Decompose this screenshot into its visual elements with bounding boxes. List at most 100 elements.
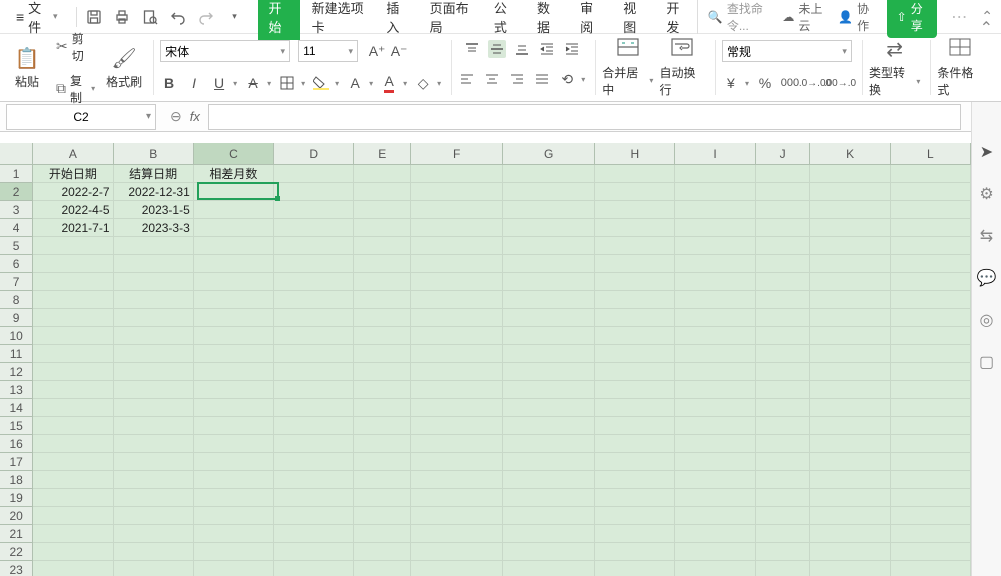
cell[interactable]	[194, 183, 274, 201]
bold-button[interactable]: B	[160, 74, 178, 92]
cell[interactable]	[675, 309, 755, 327]
cell[interactable]	[114, 309, 194, 327]
cell[interactable]: 2023-1-5	[114, 201, 194, 219]
cell[interactable]	[595, 345, 675, 363]
cell[interactable]	[33, 327, 113, 345]
cell[interactable]	[194, 255, 274, 273]
row-header[interactable]: 21	[0, 525, 33, 543]
cell[interactable]	[503, 237, 595, 255]
cell[interactable]	[354, 363, 411, 381]
cell[interactable]	[274, 165, 354, 183]
cell[interactable]	[274, 201, 354, 219]
cell[interactable]	[354, 201, 411, 219]
tab-new[interactable]: 新建选项卡	[302, 0, 375, 42]
row-header[interactable]: 19	[0, 489, 33, 507]
cell[interactable]	[675, 543, 755, 561]
cell[interactable]	[503, 345, 595, 363]
cell[interactable]	[114, 381, 194, 399]
cell[interactable]	[810, 345, 890, 363]
cell[interactable]	[503, 273, 595, 291]
cell[interactable]	[891, 183, 971, 201]
cell[interactable]	[194, 453, 274, 471]
cell[interactable]	[891, 201, 971, 219]
row-header[interactable]: 16	[0, 435, 33, 453]
cell[interactable]	[595, 453, 675, 471]
paste-button[interactable]: 📋 粘贴	[8, 46, 46, 90]
cell[interactable]	[33, 345, 113, 363]
cell[interactable]	[354, 399, 411, 417]
cell[interactable]	[114, 489, 194, 507]
cell[interactable]	[503, 219, 595, 237]
cell[interactable]	[411, 471, 503, 489]
cell[interactable]	[810, 291, 890, 309]
cell[interactable]	[891, 255, 971, 273]
cell[interactable]	[114, 453, 194, 471]
cell[interactable]	[33, 507, 113, 525]
cell[interactable]	[194, 543, 274, 561]
cell[interactable]	[595, 417, 675, 435]
cell[interactable]	[274, 453, 354, 471]
cell[interactable]	[274, 399, 354, 417]
cell[interactable]	[274, 507, 354, 525]
cell[interactable]	[675, 363, 755, 381]
cell[interactable]	[891, 345, 971, 363]
cell[interactable]	[411, 507, 503, 525]
row-header[interactable]: 7	[0, 273, 33, 291]
cell[interactable]	[503, 309, 595, 327]
cell[interactable]	[411, 183, 503, 201]
cell[interactable]	[810, 219, 890, 237]
cell[interactable]	[274, 543, 354, 561]
cell[interactable]	[503, 561, 595, 576]
cell[interactable]	[114, 543, 194, 561]
target-icon[interactable]: ◎	[980, 310, 994, 330]
cell[interactable]	[891, 453, 971, 471]
cell[interactable]	[33, 309, 113, 327]
cell[interactable]	[675, 561, 755, 576]
cell[interactable]	[411, 219, 503, 237]
cell[interactable]: 2023-3-3	[114, 219, 194, 237]
fill-color-button[interactable]	[312, 74, 330, 92]
cell[interactable]	[891, 543, 971, 561]
col-header-I[interactable]: I	[675, 143, 755, 164]
cell[interactable]	[756, 543, 811, 561]
cell[interactable]	[33, 291, 113, 309]
chevron-down-icon[interactable]: ▾	[335, 79, 339, 88]
cell[interactable]	[503, 417, 595, 435]
settings-slider-icon[interactable]: ⚙	[979, 184, 993, 204]
format-painter-button[interactable]: 🖌 格式刷	[105, 46, 143, 90]
cell[interactable]	[503, 507, 595, 525]
collab-button[interactable]: 👤 协作	[838, 0, 873, 34]
cell[interactable]	[595, 471, 675, 489]
cell[interactable]	[891, 291, 971, 309]
cell[interactable]	[411, 543, 503, 561]
cell[interactable]	[891, 237, 971, 255]
cell[interactable]	[675, 183, 755, 201]
cell[interactable]	[354, 255, 411, 273]
cell[interactable]	[595, 309, 675, 327]
cell[interactable]	[411, 291, 503, 309]
cell[interactable]	[33, 489, 113, 507]
cell[interactable]	[33, 525, 113, 543]
cell[interactable]	[756, 291, 811, 309]
col-header-F[interactable]: F	[411, 143, 503, 164]
border-button[interactable]	[278, 74, 296, 92]
row-header[interactable]: 8	[0, 291, 33, 309]
cell[interactable]	[411, 273, 503, 291]
cell[interactable]	[675, 219, 755, 237]
row-header[interactable]: 11	[0, 345, 33, 363]
cell[interactable]	[411, 345, 503, 363]
tab-layout[interactable]: 页面布局	[420, 0, 482, 42]
cell[interactable]	[756, 399, 811, 417]
cell[interactable]	[354, 219, 411, 237]
cell[interactable]	[503, 453, 595, 471]
cell[interactable]	[33, 561, 113, 576]
cell[interactable]	[891, 507, 971, 525]
cell[interactable]	[114, 255, 194, 273]
cell[interactable]	[675, 273, 755, 291]
cell[interactable]	[354, 507, 411, 525]
cell[interactable]	[503, 363, 595, 381]
redo-icon[interactable]	[198, 9, 214, 25]
cell[interactable]	[503, 183, 595, 201]
cell[interactable]	[675, 291, 755, 309]
increase-decimal-icon[interactable]: .0→.00	[806, 74, 824, 92]
